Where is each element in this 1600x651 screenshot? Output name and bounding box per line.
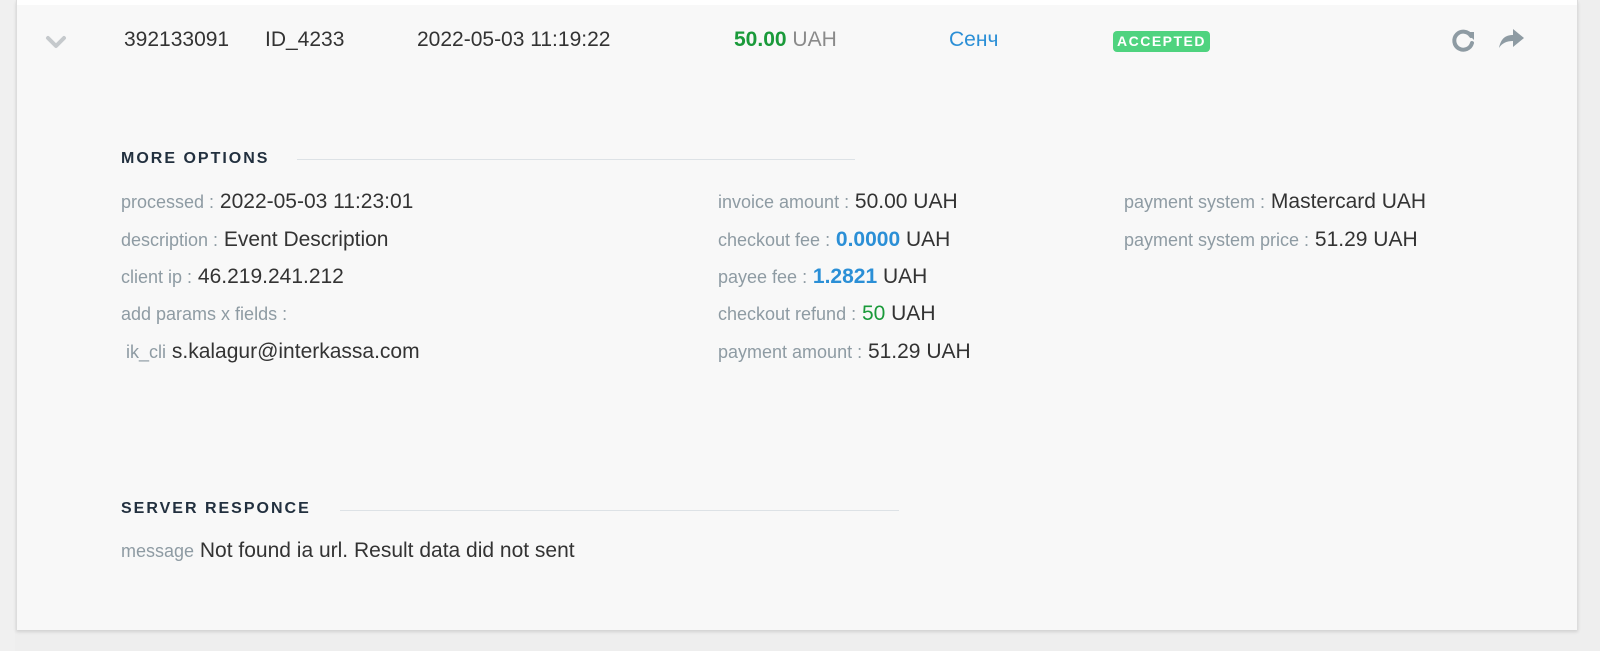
send-arrow-icon[interactable] [1496,24,1526,52]
invoice-amount-value: 50.00 UAH [854,190,958,213]
checkout-fee-number: 0.0000 [835,228,901,251]
payment-amount-field: payment amount : 51.29 UAH [718,340,971,364]
add-params-field: add params x fields : [121,302,287,326]
status-badge: ACCEPTED [1113,31,1211,52]
checkout-fee-label: checkout fee : [718,230,831,250]
payment-amount-value: 51.29 UAH [867,340,971,363]
client-ip-field: client ip : 46.219.241.212 [121,265,344,289]
ik-cli-label: ik_cli [126,342,167,362]
checkout-refund-currency: UAH [891,302,936,325]
payment-system-price-field: payment system price : 51.29 UAH [1124,228,1418,252]
refresh-icon[interactable] [1450,26,1478,54]
checkout-refund-number: 50 [861,302,886,325]
server-message-label: message [121,541,195,561]
server-response-title: SERVER RESPONCE [121,500,311,517]
amount-value: 50.00 [734,28,787,51]
transaction-number: 392133091 [124,28,230,51]
invoice-amount-label: invoice amount : [718,192,850,212]
amount-currency: UAH [792,28,837,51]
payment-system-label: payment system : [1124,192,1266,212]
server-response-divider [340,510,899,511]
page-background [0,0,15,651]
card-top-strip [17,0,1577,5]
server-message-value: Not found ia url. Result data did not se… [199,539,575,562]
payee-fee-field: payee fee : 1.2821 UAH [718,265,927,289]
processed-value: 2022-05-03 11:23:01 [219,190,414,213]
checkout-fee-field: checkout fee : 0.0000 UAH [718,228,950,252]
client-ip-label: client ip : [121,267,193,287]
payment-system-value: Mastercard UAH [1270,190,1427,213]
transaction-datetime: 2022-05-03 11:19:22 [417,28,611,51]
transaction-name-link[interactable]: Сенч [949,28,998,52]
payee-fee-currency: UAH [883,265,928,288]
checkout-refund-field: checkout refund : 50 UAH [718,302,935,326]
ik-cli-value: s.kalagur@interkassa.com [171,340,420,363]
chevron-down-icon[interactable] [45,32,67,48]
processed-label: processed : [121,192,215,212]
payment-amount-label: payment amount : [718,342,863,362]
payment-system-field: payment system : Mastercard UAH [1124,190,1426,214]
add-params-label: add params x fields : [121,304,288,324]
payment-system-price-value: 51.29 UAH [1314,228,1418,251]
payee-fee-label: payee fee : [718,267,808,287]
checkout-refund-label: checkout refund : [718,304,857,324]
transaction-card: 392133091 ID_4233 2022-05-03 11:19:22 50… [16,0,1578,630]
payment-system-price-label: payment system price : [1124,230,1310,250]
description-value: Event Description [223,228,389,251]
more-options-divider [297,159,855,160]
transaction-amount: 50.00 UAH [734,28,837,52]
client-ip-value: 46.219.241.212 [197,265,344,288]
transaction-id: ID_4233 [265,28,345,51]
transaction-row[interactable]: 392133091 ID_4233 2022-05-03 11:19:22 50… [17,24,1577,60]
ik-cli-field: ik_cli s.kalagur@interkassa.com [126,340,420,364]
invoice-amount-field: invoice amount : 50.00 UAH [718,190,958,214]
payee-fee-number: 1.2821 [812,265,878,288]
processed-field: processed : 2022-05-03 11:23:01 [121,190,413,214]
more-options-title: MORE OPTIONS [121,150,270,167]
description-field: description : Event Description [121,228,388,252]
checkout-fee-currency: UAH [906,228,951,251]
description-label: description : [121,230,219,250]
server-message-field: message Not found ia url. Result data di… [121,539,575,563]
